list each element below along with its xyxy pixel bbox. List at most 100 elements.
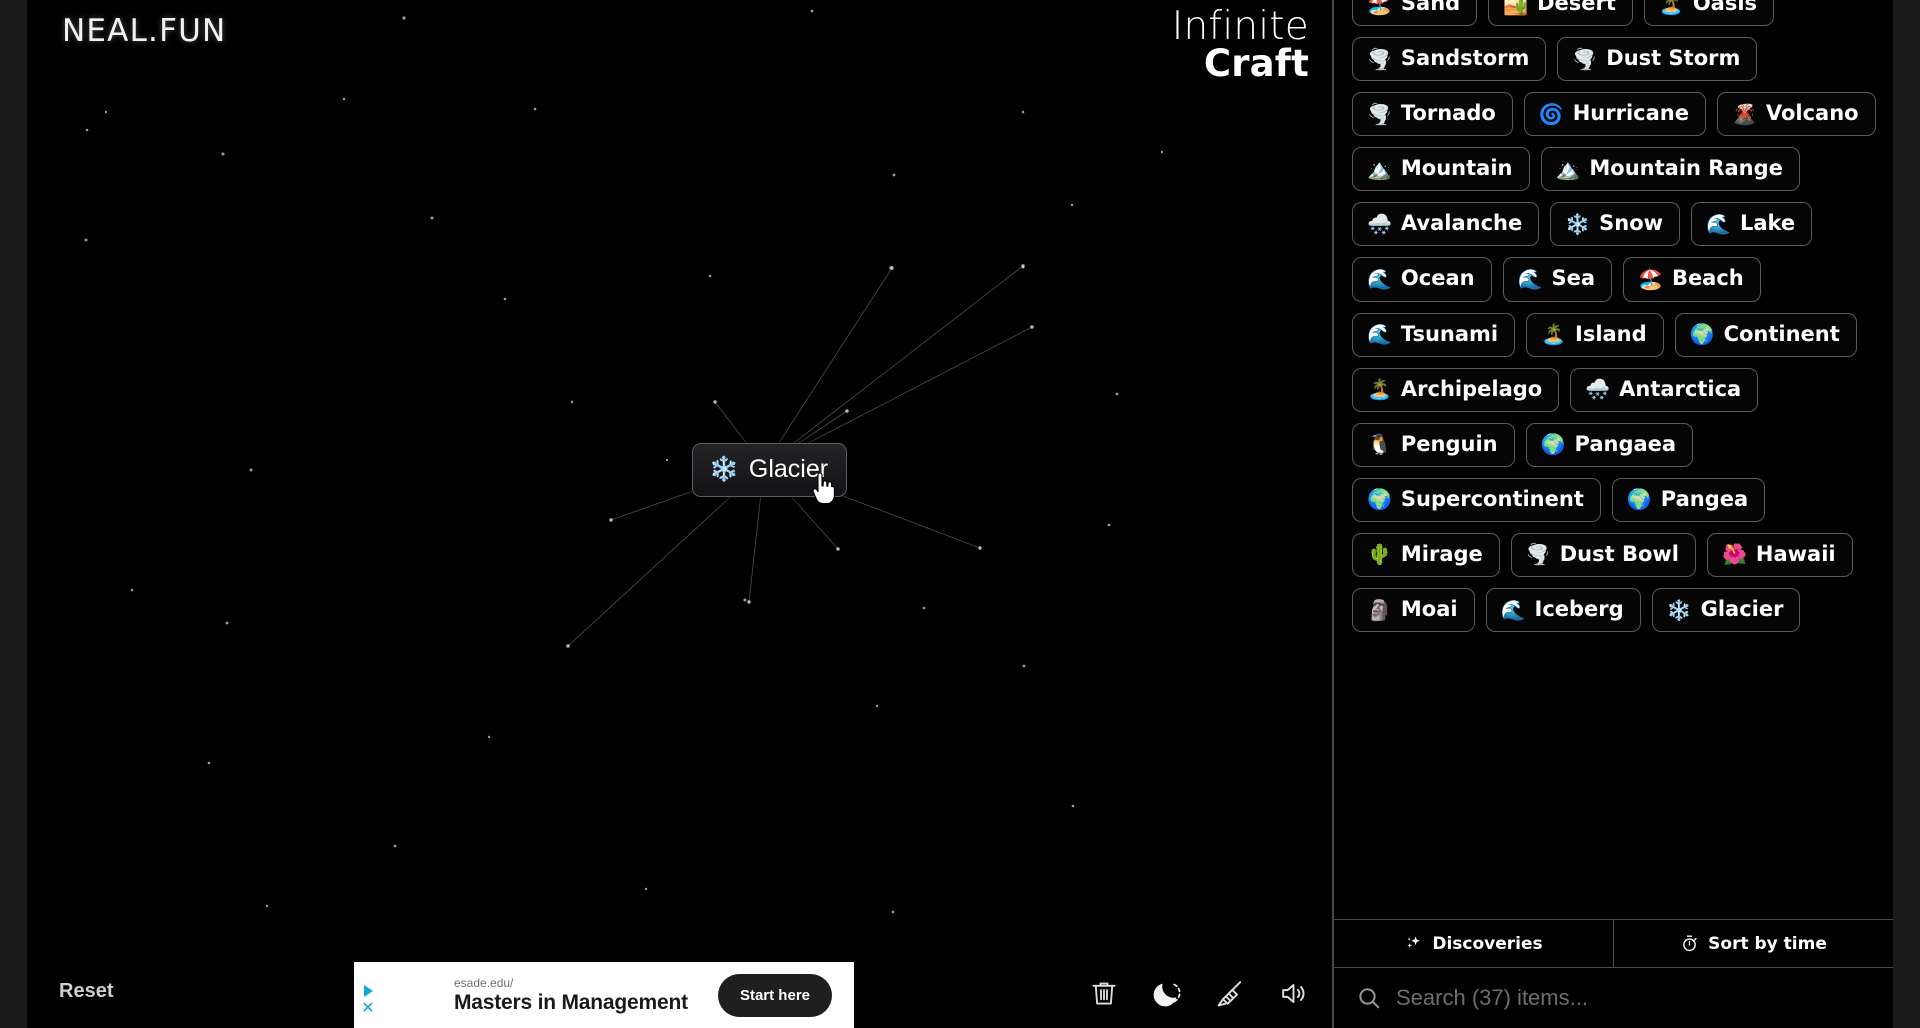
element-item[interactable]: 🌍 Continent: [1674, 312, 1857, 357]
element-item[interactable]: 🌊 Tsunami: [1352, 312, 1516, 357]
element-item[interactable]: ❄️ Snow: [1550, 202, 1681, 247]
search-icon: [1359, 988, 1380, 1009]
element-label: Tsunami: [1400, 321, 1499, 346]
element-label: Dust Bowl: [1559, 541, 1679, 566]
element-label: Sandstorm: [1400, 46, 1530, 71]
speaker-icon[interactable]: [1276, 976, 1310, 1010]
element-emoji-icon: 🌍: [1689, 322, 1715, 347]
trash-icon[interactable]: [1087, 976, 1121, 1010]
element-item[interactable]: 🗿 Moai: [1352, 588, 1475, 633]
element-item[interactable]: 🏝️ Oasis: [1643, 0, 1775, 27]
element-label: Sand: [1400, 0, 1461, 15]
element-label: Lake: [1739, 211, 1796, 236]
element-item[interactable]: 🌊 Lake: [1691, 202, 1813, 247]
discoveries-button[interactable]: Discoveries: [1334, 920, 1613, 967]
snowflake-icon: ❄️: [709, 455, 739, 483]
element-label: Penguin: [1400, 431, 1498, 456]
element-item[interactable]: 🏝️ Archipelago: [1352, 367, 1560, 412]
element-item[interactable]: 🌪️ Sandstorm: [1352, 37, 1547, 82]
element-label: Archipelago: [1400, 376, 1543, 401]
element-label: Beach: [1671, 266, 1744, 291]
element-emoji-icon: 🌋: [1731, 101, 1757, 126]
element-item[interactable]: 🌋 Volcano: [1716, 92, 1876, 137]
element-label: Hawaii: [1755, 541, 1836, 566]
element-emoji-icon: 🌪️: [1572, 46, 1598, 71]
element-emoji-icon: 🌺: [1721, 542, 1747, 567]
game-title-line1: Infinite: [1171, 4, 1309, 49]
element-label: Tornado: [1400, 101, 1496, 126]
game-title-line2: Craft: [1203, 41, 1309, 85]
reset-button[interactable]: Reset: [59, 980, 113, 1003]
element-item[interactable]: 🏖️ Sand: [1352, 0, 1478, 27]
neal-fun-logo[interactable]: NEAL.FUN: [62, 13, 226, 49]
element-item[interactable]: 🌍 Pangea: [1611, 477, 1766, 522]
element-label: Continent: [1723, 321, 1840, 346]
element-label: Sea: [1551, 266, 1596, 291]
element-item[interactable]: 🏔️ Mountain: [1352, 147, 1530, 192]
element-label: Glacier: [1700, 597, 1784, 622]
ad-cta-button[interactable]: Start here: [717, 973, 832, 1017]
element-item[interactable]: 🏜️ Desert: [1488, 0, 1633, 27]
element-item[interactable]: 🌪️ Tornado: [1352, 92, 1513, 137]
element-item[interactable]: 🌪️ Dust Bowl: [1510, 532, 1696, 578]
element-emoji-icon: 🌊: [1500, 597, 1526, 622]
stopwatch-icon: [1683, 935, 1697, 952]
ad-controls: ✕: [354, 962, 382, 1028]
element-emoji-icon: 🌍: [1626, 487, 1652, 512]
element-emoji-icon: 🏝️: [1367, 377, 1392, 402]
element-emoji-icon: 🌍: [1367, 487, 1392, 512]
element-emoji-icon: 🌊: [1706, 211, 1731, 236]
element-item[interactable]: 🏖️ Beach: [1623, 257, 1761, 302]
canvas-toolbar: [1087, 976, 1310, 1010]
element-item[interactable]: 🌵 Mirage: [1352, 532, 1500, 578]
element-item[interactable]: 🌨️ Avalanche: [1352, 202, 1540, 247]
sort-by-time-label: Sort by time: [1708, 933, 1827, 954]
infinite-craft-app: NEAL.FUN Infinite Craft ❄️ Glacier Reset: [27, 0, 1893, 1028]
search-input[interactable]: [1396, 985, 1873, 1011]
element-item[interactable]: 🌍 Pangaea: [1525, 422, 1694, 467]
ad-content: esade.edu/ Masters in Management: [382, 976, 718, 1015]
canvas-element-glacier[interactable]: ❄️ Glacier: [692, 443, 848, 497]
close-icon[interactable]: ✕: [361, 1001, 374, 1017]
element-item[interactable]: 🌊 Ocean: [1352, 257, 1492, 302]
element-item[interactable]: 🌀 Hurricane: [1523, 92, 1706, 137]
element-label: Mountain Range: [1589, 156, 1783, 181]
element-label: Antarctica: [1619, 376, 1742, 401]
element-label: Island: [1575, 321, 1647, 346]
element-label: Supercontinent: [1400, 486, 1584, 511]
element-emoji-icon: 🌨️: [1367, 211, 1392, 236]
crafting-canvas[interactable]: NEAL.FUN Infinite Craft ❄️ Glacier Reset: [27, 0, 1332, 1028]
element-item[interactable]: 🐧 Penguin: [1352, 422, 1515, 467]
ad-banner[interactable]: ✕ esade.edu/ Masters in Management Start…: [354, 962, 854, 1028]
element-item[interactable]: 🌨️ Antarctica: [1570, 367, 1759, 412]
element-emoji-icon: 🗿: [1367, 597, 1392, 622]
element-emoji-icon: 🌪️: [1367, 101, 1392, 126]
element-label: Snow: [1599, 211, 1664, 236]
element-item[interactable]: 🌊 Sea: [1502, 257, 1613, 302]
ad-title: Masters in Management: [454, 990, 688, 1014]
element-emoji-icon: 🏝️: [1541, 322, 1566, 347]
element-emoji-icon: 🏝️: [1658, 0, 1684, 16]
element-emoji-icon: 🌪️: [1525, 542, 1551, 567]
broom-icon[interactable]: [1213, 976, 1247, 1010]
element-emoji-icon: 🏔️: [1555, 156, 1581, 181]
play-icon[interactable]: [363, 985, 373, 997]
element-list[interactable]: 🏖️ Sand 🏜️ Desert 🏝️ Oasis 🌪️ Sandstorm 🌪️ Dust S…: [1334, 0, 1893, 901]
element-item[interactable]: 🏝️ Island: [1526, 312, 1664, 357]
search-bar[interactable]: [1334, 968, 1893, 1028]
element-emoji-icon: 🏔️: [1367, 156, 1392, 181]
element-emoji-icon: 🌊: [1367, 267, 1392, 292]
element-label: Dust Storm: [1606, 46, 1741, 71]
element-emoji-icon: 🌀: [1538, 101, 1564, 126]
element-emoji-icon: 🌵: [1367, 542, 1392, 567]
element-item[interactable]: 🌪️ Dust Storm: [1557, 37, 1758, 82]
element-item[interactable]: 🌺 Hawaii: [1706, 532, 1853, 578]
element-item[interactable]: 🌊 Iceberg: [1485, 588, 1641, 633]
element-item[interactable]: ❄️ Glacier: [1651, 588, 1801, 633]
element-item[interactable]: 🌍 Supercontinent: [1352, 477, 1601, 522]
discoveries-label: Discoveries: [1432, 933, 1543, 954]
element-item[interactable]: 🏔️ Mountain Range: [1540, 147, 1800, 192]
moon-icon[interactable]: [1150, 976, 1184, 1010]
element-label: Oasis: [1692, 0, 1758, 15]
sort-by-time-button[interactable]: Sort by time: [1613, 920, 1893, 967]
